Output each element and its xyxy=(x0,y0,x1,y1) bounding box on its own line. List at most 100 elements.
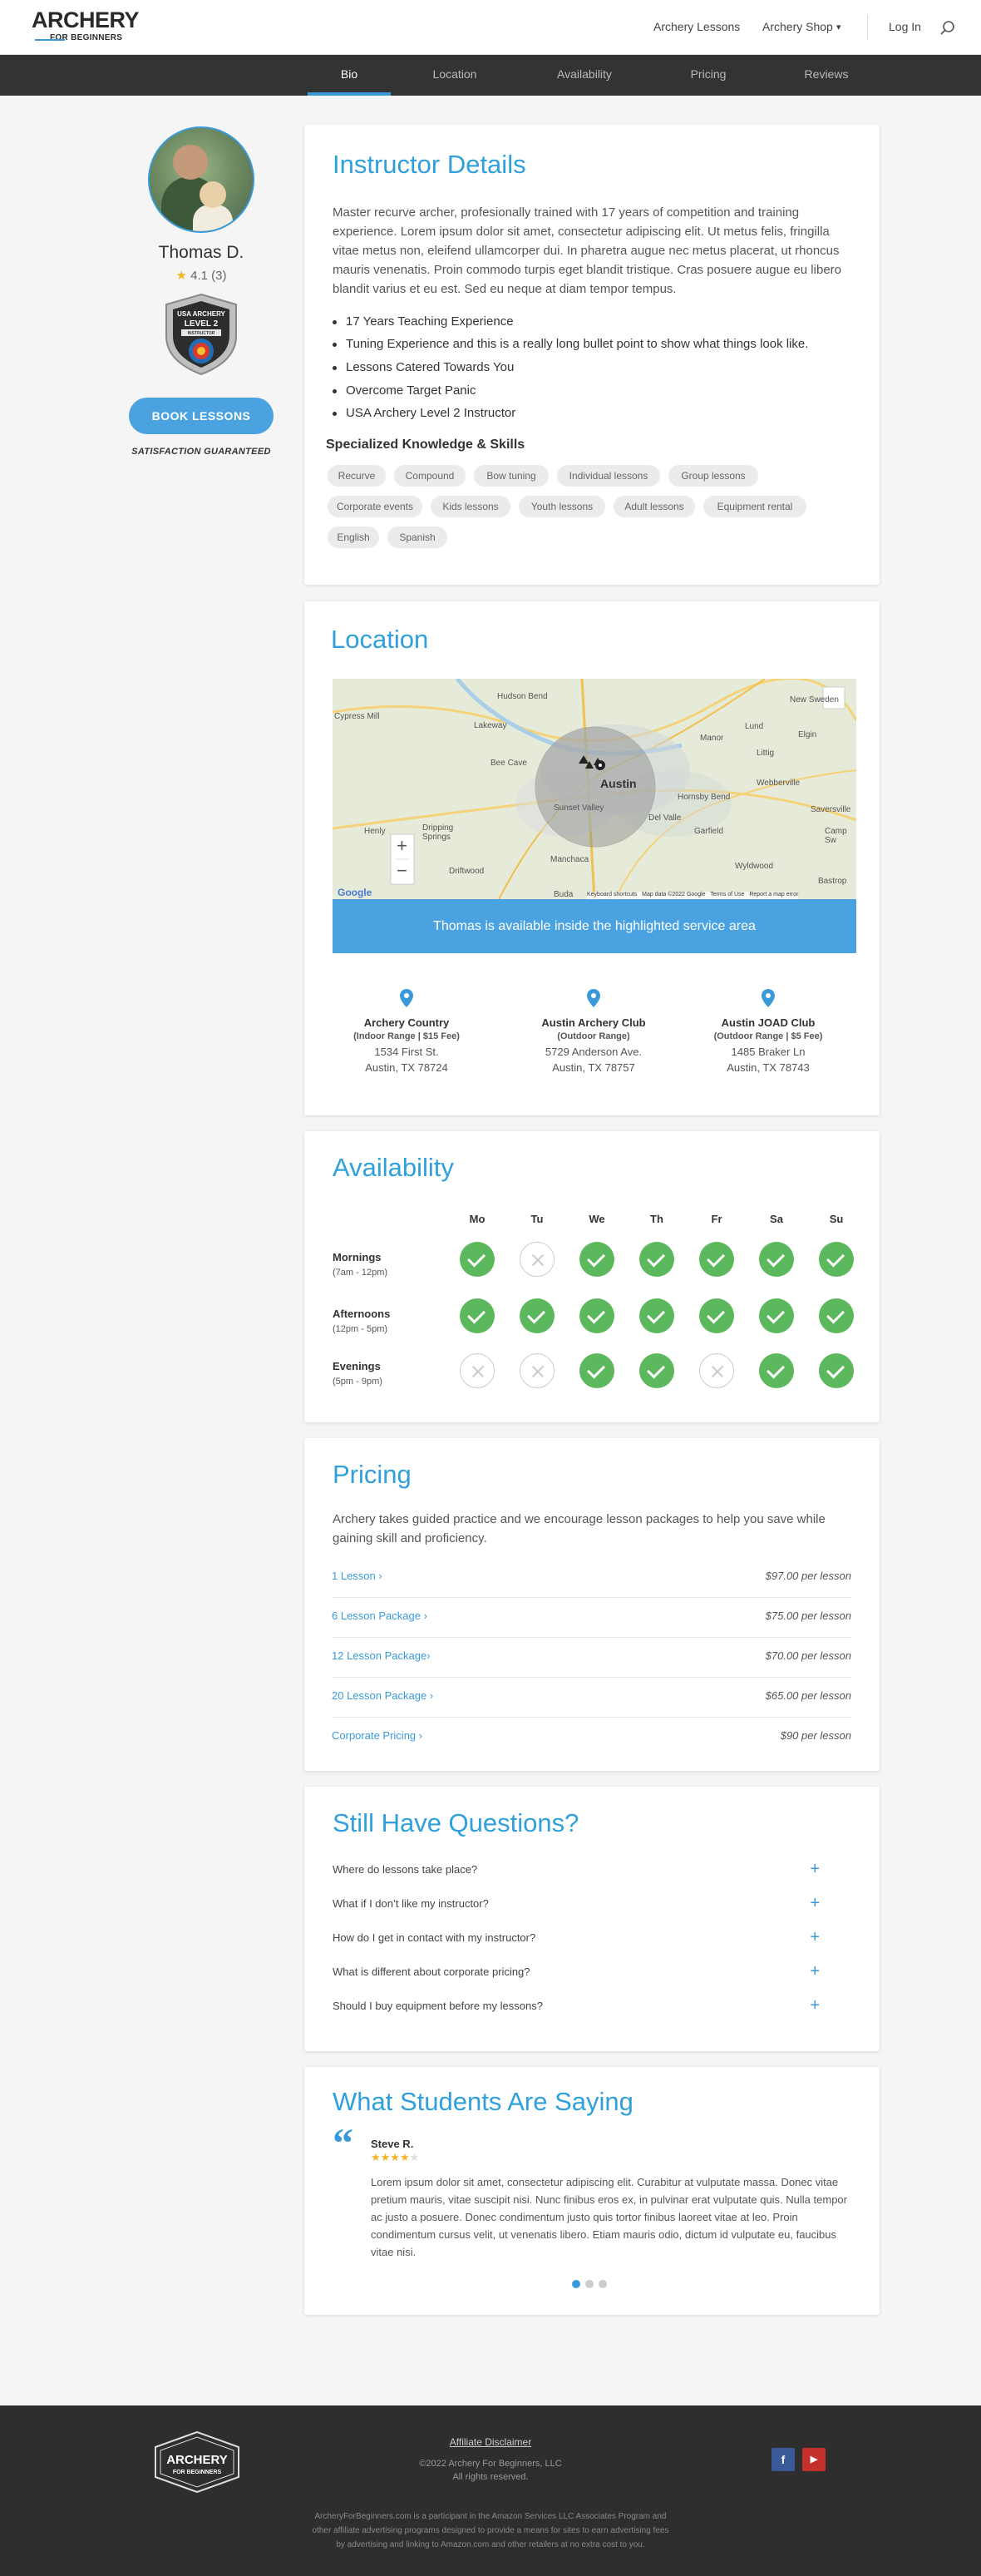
map-footer-link[interactable]: Terms of Use xyxy=(710,892,744,897)
location-name: Austin Archery Club xyxy=(541,1016,646,1029)
reviews-title: What Students Are Saying xyxy=(333,2087,633,2116)
plus-icon[interactable]: + xyxy=(810,1860,820,1879)
faq-question[interactable]: Should I buy equipment before my lessons… xyxy=(333,2000,543,2012)
map-footer-link[interactable]: Keyboard shortcuts xyxy=(587,892,637,897)
pricing-link[interactable]: 6 Lesson Package › xyxy=(332,1609,427,1622)
map-pin-icon xyxy=(762,989,775,1007)
carousel-dot[interactable] xyxy=(585,2280,594,2288)
faq-question[interactable]: How do I get in contact with my instruct… xyxy=(333,1931,535,1944)
faq-question[interactable]: What if I don’t like my instructor? xyxy=(333,1897,489,1910)
site-logo[interactable]: ARCHERY FOR BEGINNERS xyxy=(32,9,148,47)
pricing-link[interactable]: 12 Lesson Package› xyxy=(332,1649,431,1662)
tab-availability[interactable]: Availability xyxy=(543,67,626,81)
day-header: Fr xyxy=(711,1213,722,1225)
arrow-icon xyxy=(35,39,65,41)
map-label: Buda xyxy=(554,890,574,899)
logo-subtitle: FOR BEGINNERS xyxy=(50,33,123,42)
star-empty-icon: ★ xyxy=(409,2151,420,2163)
tab-bio[interactable]: Bio xyxy=(308,67,391,81)
site-footer: ARCHERY FOR BEGINNERS xyxy=(0,2405,981,2576)
bullet-item: Overcome Target Panic xyxy=(333,383,476,398)
carousel-dot-active[interactable] xyxy=(572,2280,580,2288)
location-address-2: Austin, TX 78724 xyxy=(365,1061,448,1074)
map-label: Bastrop xyxy=(818,877,847,886)
amazon-disclosure-line: other affiliate advertising programs des… xyxy=(312,2526,669,2535)
chevron-down-icon[interactable]: ▾ xyxy=(836,22,841,32)
zoom-in-button[interactable]: + xyxy=(397,835,407,857)
plus-icon[interactable]: + xyxy=(810,1894,820,1913)
map-label: Sunset Valley xyxy=(554,803,604,813)
instructor-avatar xyxy=(148,126,254,233)
day-header: Su xyxy=(829,1213,844,1225)
bullet-item: Tuning Experience and this is a really l… xyxy=(333,337,808,351)
copyright: ©2022 Archery For Beginners, LLC xyxy=(419,2459,562,2469)
login-link[interactable]: Log In xyxy=(889,20,921,33)
map-label: Saversville xyxy=(811,805,851,814)
available-check-icon xyxy=(460,1298,495,1333)
skill-chip: Equipment rental xyxy=(703,496,806,517)
available-check-icon xyxy=(520,1298,555,1333)
faq-question[interactable]: Where do lessons take place? xyxy=(333,1863,477,1876)
service-area-map[interactable]: Hudson Bend Cypress Mill Lakeway Bee Cav… xyxy=(333,679,856,899)
day-header: Mo xyxy=(469,1213,486,1225)
location-subtitle: (Outdoor Range) xyxy=(557,1031,630,1041)
active-tab-indicator xyxy=(308,92,391,96)
zoom-out-button[interactable]: − xyxy=(397,860,407,882)
search-icon[interactable] xyxy=(939,20,956,37)
book-lessons-button[interactable]: BOOK LESSONS xyxy=(129,398,274,434)
available-check-icon xyxy=(699,1242,734,1277)
facebook-icon[interactable]: f xyxy=(771,2448,795,2471)
available-check-icon xyxy=(579,1353,614,1388)
plus-icon[interactable]: + xyxy=(810,1996,820,2015)
map-label: Austin xyxy=(600,777,637,790)
location-title: Location xyxy=(331,625,429,654)
instructor-rating: ★ 4.1 (3) xyxy=(125,268,278,283)
location-name: Archery Country xyxy=(363,1016,450,1029)
location-address-1: 1485 Braker Ln xyxy=(731,1046,806,1058)
tab-location[interactable]: Location xyxy=(413,67,496,81)
bullet-item: 17 Years Teaching Experience xyxy=(333,314,514,329)
tab-reviews[interactable]: Reviews xyxy=(785,67,868,81)
map-label: Garfield xyxy=(694,827,724,836)
tab-pricing[interactable]: Pricing xyxy=(667,67,750,81)
skill-chip: Adult lessons xyxy=(614,496,695,517)
pricing-intro: Archery takes guided practice and we enc… xyxy=(333,1512,826,1545)
pricing-link[interactable]: 20 Lesson Package › xyxy=(332,1689,433,1702)
affiliate-disclaimer-link[interactable]: Affiliate Disclaimer xyxy=(0,2436,981,2448)
map-label: Del Valle xyxy=(648,813,682,823)
amazon-disclosure-line: by advertising and linking to Amazon.com… xyxy=(336,2540,645,2549)
available-check-icon xyxy=(460,1242,495,1277)
site-header: ARCHERY FOR BEGINNERS Archery Lessons Ar… xyxy=(0,0,981,55)
skill-chip: Recurve xyxy=(328,465,386,487)
map-pin-icon xyxy=(400,989,413,1007)
location-name: Austin JOAD Club xyxy=(721,1016,816,1029)
nav-archery-shop[interactable]: Archery Shop xyxy=(762,20,833,33)
map-label: Manchaca xyxy=(550,855,589,864)
faq-question[interactable]: What is different about corporate pricin… xyxy=(333,1965,530,1978)
plus-icon[interactable]: + xyxy=(810,1928,820,1947)
pricing-value: $90 per lesson xyxy=(780,1729,851,1742)
star-icon: ★ xyxy=(175,269,187,283)
reviews-card: What Students Are Saying “ Steve R. ★★★★… xyxy=(304,2067,880,2315)
skill-chip: Individual lessons xyxy=(557,465,660,487)
available-check-icon xyxy=(579,1242,614,1277)
carousel-dot[interactable] xyxy=(599,2280,607,2288)
availability-card: Availability Mo Tu We Th Fr Sa Su Mornin… xyxy=(304,1131,880,1422)
map-label: Littig xyxy=(757,749,775,758)
pricing-link[interactable]: Corporate Pricing › xyxy=(332,1729,422,1742)
faq-card: Still Have Questions? Where do lessons t… xyxy=(304,1787,880,2051)
usa-archery-badge: USA ARCHERY LEVEL 2 INSTRUCTOR xyxy=(165,293,237,376)
map-pin-icon xyxy=(587,989,600,1007)
plus-icon[interactable]: + xyxy=(810,1962,820,1981)
map-footer-link[interactable]: Report a map error xyxy=(749,892,798,897)
day-header: Tu xyxy=(530,1213,544,1225)
pricing-link[interactable]: 1 Lesson › xyxy=(332,1570,382,1582)
star-icon: ★★★★ xyxy=(371,2151,410,2163)
skill-chip: English xyxy=(328,527,379,548)
nav-archery-lessons[interactable]: Archery Lessons xyxy=(653,20,740,33)
location-card: Location Hudson Bend Cypress Mill Lakewa… xyxy=(304,601,880,1115)
youtube-icon[interactable]: ▶ xyxy=(802,2448,826,2471)
review-stars: ★★★★★ xyxy=(371,2151,419,2164)
map-label: Wyldwood xyxy=(735,862,774,871)
skill-chip: Spanish xyxy=(387,527,447,548)
